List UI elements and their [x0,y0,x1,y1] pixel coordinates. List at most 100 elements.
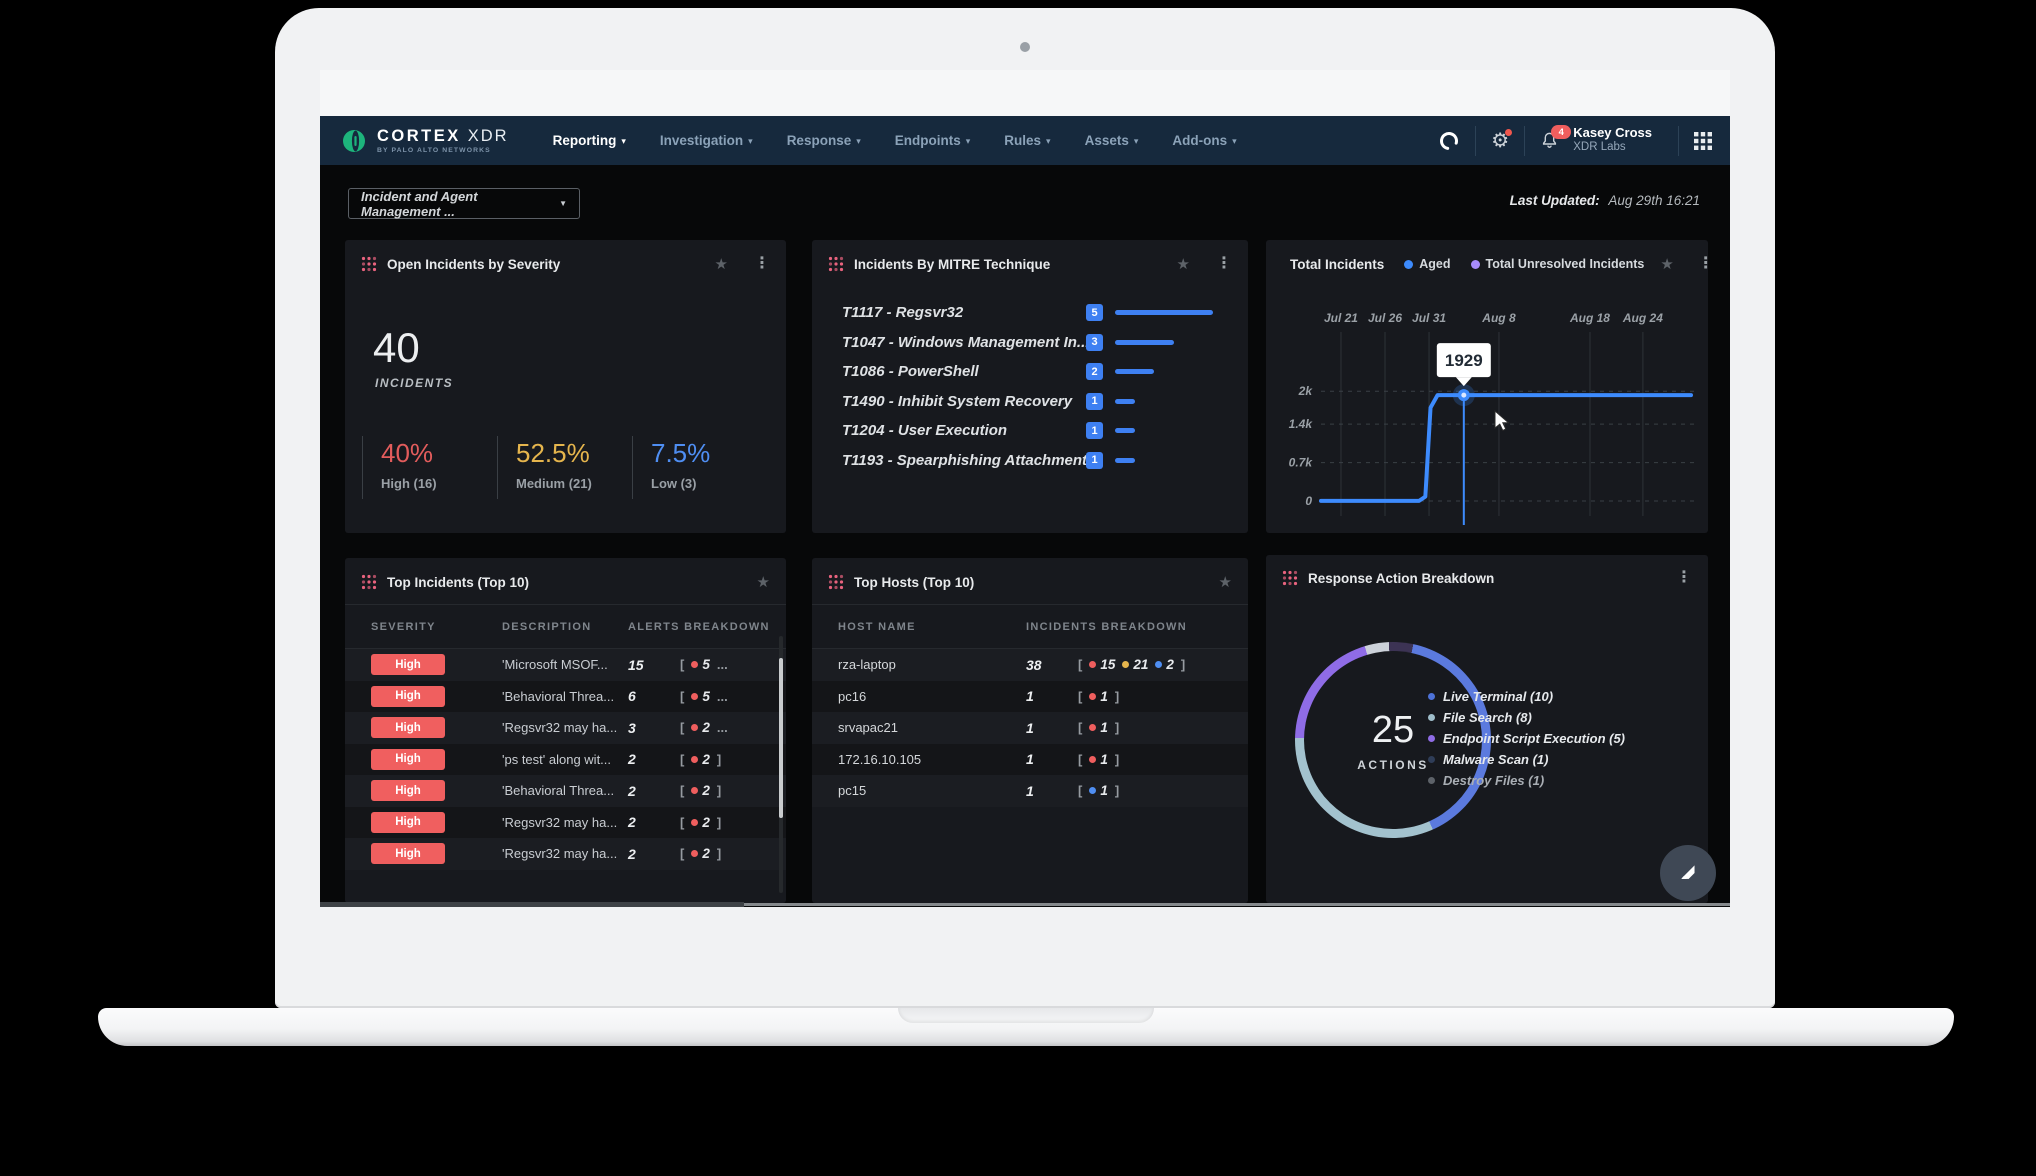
favorite-star-icon[interactable]: ★ [715,255,728,273]
incidents-breakdown: [1] [1078,720,1248,735]
menu-item-rules[interactable]: Rules▾ [1004,133,1050,148]
mitre-row[interactable]: T1047 - Windows Management In... 3 [812,328,1248,358]
chevron-down-icon: ▾ [966,136,971,146]
table-row[interactable]: High 'Microsoft MSOF... 15 [5... [345,649,786,681]
severity-badge[interactable]: High [371,843,445,864]
table-row[interactable]: High 'Behavioral Threa... 2 [2] [345,775,786,807]
count-bar [1115,340,1174,345]
severity-dot [1089,693,1096,700]
table-row[interactable]: High 'ps test' along wit... 2 [2] [345,744,786,776]
svg-text:Jul 21: Jul 21 [1324,311,1358,325]
table-row[interactable]: High 'Regsvr32 may ha... 3 [2... [345,712,786,744]
top-navbar: CORTEX XDR BY PALO ALTO NETWORKS Reporti… [320,116,1730,165]
alerts-breakdown: [2] [680,752,786,767]
severity-dot [691,693,698,700]
menu-item-reporting[interactable]: Reporting▾ [553,133,626,148]
scrollbar-thumb[interactable] [779,658,783,818]
kebab-menu-icon[interactable]: ⋮ [1216,258,1232,271]
mitre-row[interactable]: T1086 - PowerShell 2 [812,357,1248,387]
menu-item-assets[interactable]: Assets▾ [1085,133,1139,148]
technique-label: T1047 - Windows Management In... [842,334,1086,351]
alert-count: 6 [628,688,680,704]
widget-grid-icon [828,574,844,590]
alerts-breakdown: [2] [680,783,786,798]
severity-dot [691,819,698,826]
panel-title: Open Incidents by Severity [387,257,560,272]
feedback-chat-button[interactable] [1660,845,1716,901]
divider [1678,126,1679,156]
host-name: srvapac21 [812,720,1026,735]
settings-gear-icon[interactable]: ⚙ [1491,131,1509,151]
severity-badge[interactable]: High [371,686,445,707]
total-incidents-line-chart[interactable]: Jul 21Jul 26Jul 31Aug 8Aug 18Aug 2400.7k… [1266,280,1708,530]
horizontal-scrollbar-thumb[interactable] [320,902,744,907]
panel-title: Total Incidents [1290,257,1384,272]
severity-dot [1089,787,1096,794]
incidents-breakdown: [1] [1078,689,1248,704]
apps-grid-icon[interactable] [1694,132,1712,150]
dashboard-select[interactable]: Incident and Agent Management ... ▼ [348,188,580,219]
severity-dot [691,850,698,857]
host-name: 172.16.10.105 [812,752,1026,767]
column-severity: SEVERITY [345,621,502,633]
kebab-menu-icon[interactable]: ⋮ [1698,258,1714,271]
incident-description: 'Behavioral Threa... [502,783,628,798]
severity-badge[interactable]: High [371,780,445,801]
severity-badge[interactable]: High [371,717,445,738]
alert-count: 15 [628,657,680,673]
severity-badge[interactable]: High [371,812,445,833]
table-row[interactable]: pc15 1 [1] [812,775,1248,807]
count-badge: 3 [1086,334,1103,351]
mitre-row[interactable]: T1490 - Inhibit System Recovery 1 [812,387,1248,417]
brand-logo[interactable]: CORTEX XDR BY PALO ALTO NETWORKS [340,127,509,155]
menu-item-endpoints[interactable]: Endpoints▾ [895,133,971,148]
actions-total: 25 [1372,709,1414,752]
table-row[interactable]: 172.16.10.105 1 [1] [812,744,1248,776]
mitre-row[interactable]: T1117 - Regsvr32 5 [812,298,1248,328]
favorite-star-icon[interactable]: ★ [1219,573,1232,591]
incidents-breakdown: [1] [1078,783,1248,798]
legend-unresolved[interactable]: Total Unresolved Incidents [1471,257,1645,271]
legend-item[interactable]: Malware Scan (1) [1428,752,1625,767]
favorite-star-icon[interactable]: ★ [1177,255,1190,273]
menu-item-investigation[interactable]: Investigation▾ [660,133,753,148]
favorite-star-icon[interactable]: ★ [757,573,770,591]
severity-dot [1122,661,1129,668]
legend-item[interactable]: Live Terminal (10) [1428,689,1625,704]
technique-label: T1193 - Spearphishing Attachment [842,452,1086,469]
column-alerts-breakdown: ALERTS BREAKDOWN [628,621,786,633]
legend-dot [1428,777,1435,784]
table-row[interactable]: High 'Regsvr32 may ha... 2 [2] [345,807,786,839]
incident-description: 'Behavioral Threa... [502,689,628,704]
table-row[interactable]: High 'Regsvr32 may ha... 2 [2] [345,838,786,870]
table-row[interactable]: pc16 1 [1] [812,681,1248,713]
menu-item-add-ons[interactable]: Add-ons▾ [1172,133,1236,148]
count-bar [1115,369,1154,374]
mitre-row[interactable]: T1193 - Spearphishing Attachment 1 [812,446,1248,476]
table-row[interactable]: rza-laptop 38 [15212] [812,649,1248,681]
count-bar [1115,458,1135,463]
last-updated-label: Last Updated: [1510,193,1600,208]
kebab-menu-icon[interactable]: ⋮ [754,258,770,271]
horizontal-scrollbar-track[interactable] [744,903,1730,906]
assistant-ring-icon[interactable] [1438,130,1460,152]
count-badge: 1 [1086,452,1103,469]
table-row[interactable]: High 'Behavioral Threa... 6 [5... [345,681,786,713]
severity-badge[interactable]: High [371,654,445,675]
mitre-row[interactable]: T1204 - User Execution 1 [812,416,1248,446]
table-row[interactable]: srvapac21 1 [1] [812,712,1248,744]
legend-aged[interactable]: Aged [1404,257,1450,271]
stat-high: 40% High (16) [362,436,497,499]
menu-item-response[interactable]: Response▾ [787,133,861,148]
count-bar [1115,310,1213,315]
kebab-menu-icon[interactable]: ⋮ [1676,572,1692,585]
chevron-down-icon: ▾ [1232,136,1237,146]
legend-item[interactable]: Endpoint Script Execution (5) [1428,731,1625,746]
panel-open-incidents: Open Incidents by Severity ★ ⋮ 40 INCIDE… [345,240,786,533]
favorite-star-icon[interactable]: ★ [1660,255,1673,273]
user-menu[interactable]: Kasey Cross XDR Labs [1573,126,1652,154]
notifications-bell-icon[interactable]: 4 [1540,131,1559,150]
legend-item[interactable]: File Search (8) [1428,710,1625,725]
severity-badge[interactable]: High [371,749,445,770]
legend-item[interactable]: Destroy Files (1) [1428,773,1625,788]
